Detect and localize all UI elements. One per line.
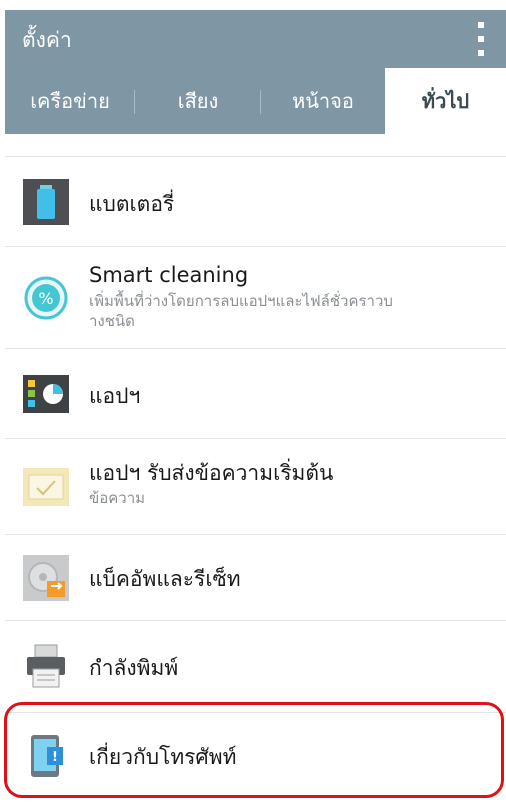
tab-network[interactable]: เครือข่าย — [5, 68, 135, 134]
backup-reset-icon — [23, 555, 69, 601]
tab-bar: เครือข่าย เสียง หน้าจอ ทั่วไป — [5, 68, 506, 134]
list-item-smart-cleaning[interactable]: % Smart cleaning เพิ่มพื้นที่ว่างโดยการล… — [5, 246, 506, 349]
overflow-menu-icon[interactable] — [476, 22, 486, 56]
printer-icon — [23, 643, 69, 689]
item-subtitle-line1: เพิ่มพื้นที่ว่างโดยการลบแอปฯและไฟล์ชั่วค… — [89, 292, 393, 310]
item-subtitle-line2: างชนิด — [89, 312, 135, 330]
app-bar: ตั้งค่า — [5, 10, 506, 68]
tab-display[interactable]: หน้าจอ — [261, 68, 385, 134]
list-item-default-messaging[interactable]: แอปฯ รับส่งข้อความเริ่มต้น ข้อความ — [5, 438, 506, 535]
tab-sound-label: เสียง — [177, 89, 219, 113]
message-app-icon — [23, 464, 69, 510]
tab-general[interactable]: ทั่วไป — [385, 68, 506, 134]
svg-text:%: % — [38, 289, 53, 308]
list-item-backup-reset[interactable]: แบ็คอัพและรีเซ็ท — [5, 534, 506, 621]
apps-icon — [23, 371, 69, 417]
item-label: กำลังพิมพ์ — [89, 656, 179, 680]
list-item-battery[interactable]: แบตเตอรี่ — [5, 156, 506, 247]
battery-icon — [23, 179, 69, 225]
list-item-printing[interactable]: กำลังพิมพ์ — [5, 620, 506, 713]
list-item-apps[interactable]: แอปฯ — [5, 348, 506, 439]
tab-display-label: หน้าจอ — [292, 89, 354, 113]
item-label: แอปฯ รับส่งข้อความเริ่มต้น — [89, 461, 334, 485]
tab-network-label: เครือข่าย — [30, 89, 110, 113]
item-label: แบ็คอัพและรีเซ็ท — [89, 567, 241, 591]
item-label: Smart cleaning — [89, 263, 249, 287]
item-label: แบตเตอรี่ — [89, 192, 175, 216]
item-subtitle: ข้อความ — [89, 489, 146, 507]
page-title: ตั้งค่า — [22, 28, 72, 52]
item-label: แอปฯ — [89, 384, 141, 408]
tab-sound[interactable]: เสียง — [135, 68, 261, 134]
highlight-box — [4, 702, 504, 798]
tab-general-label: ทั่วไป — [421, 89, 470, 113]
smart-cleaning-icon: % — [23, 275, 69, 321]
